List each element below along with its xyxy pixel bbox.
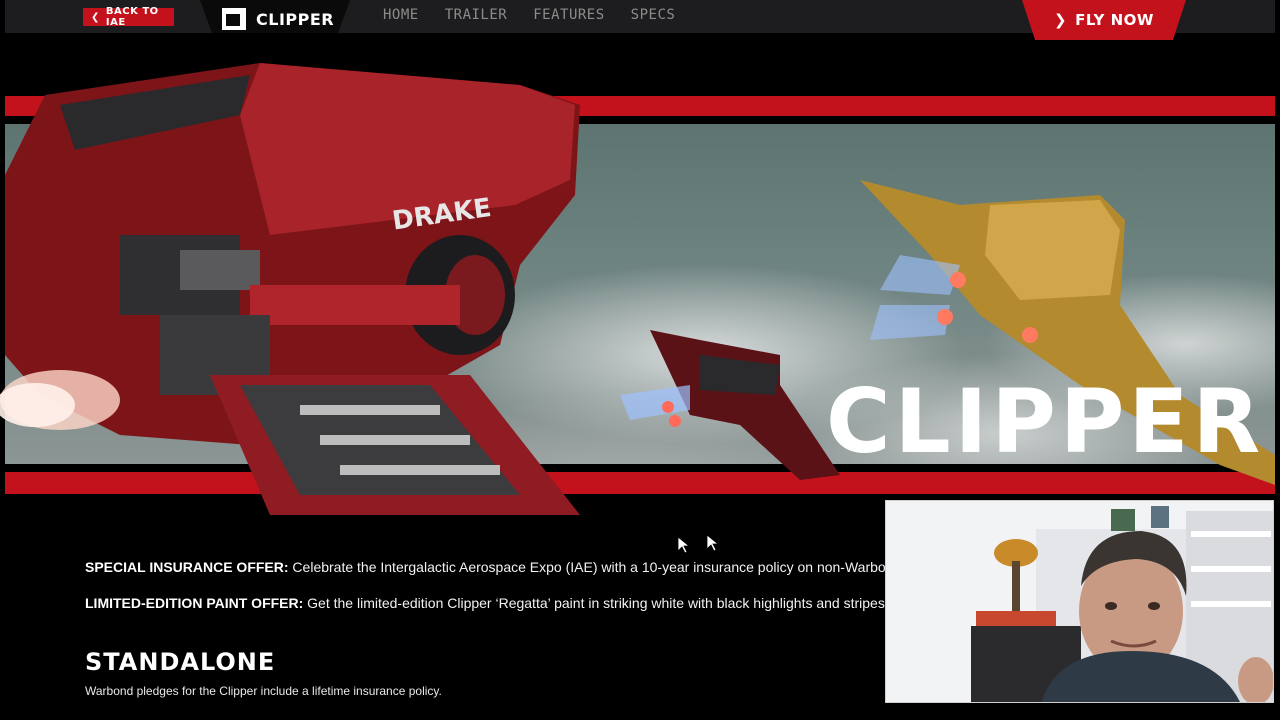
webcam-overlay [885, 500, 1274, 703]
main-nav: HOME TRAILER FEATURES SPECS [383, 7, 675, 23]
small-red-fighter [620, 330, 840, 480]
drake-clipper-ship: DRAKE [0, 63, 580, 515]
fly-now-button[interactable]: ❯ FLY NOW [1022, 0, 1186, 40]
paint-offer-body: Get the limited-edition Clipper ‘Regatta… [303, 595, 885, 611]
insurance-offer-text: SPECIAL INSURANCE OFFER: Celebrate the I… [85, 559, 885, 575]
cursor-icon [678, 537, 690, 553]
insurance-offer-body: Celebrate the Intergalactic Aerospace Ex… [288, 559, 885, 575]
nav-home[interactable]: HOME [383, 7, 419, 23]
nav-trailer[interactable]: TRAILER [445, 7, 508, 23]
chevron-left-icon: ❮ [91, 11, 100, 23]
nav-features[interactable]: FEATURES [533, 7, 604, 23]
insurance-offer-label: SPECIAL INSURANCE OFFER: [85, 559, 289, 575]
cursor-icon [707, 535, 719, 551]
brand-name: CLIPPER [256, 10, 335, 29]
back-button-label: BACK TO IAE [105, 6, 159, 28]
chevron-right-icon: ❯ [1054, 11, 1068, 29]
nav-specs[interactable]: SPECS [631, 7, 676, 23]
webcam-person-image [886, 501, 1273, 702]
section-description: Warbond pledges for the Clipper include … [85, 684, 442, 698]
clipper-logo-icon [222, 8, 246, 30]
paint-offer-label: LIMITED-EDITION PAINT OFFER: [85, 595, 304, 611]
section-title: STANDALONE [85, 648, 276, 676]
back-to-iae-button[interactable]: ❮ BACK TO IAE [83, 6, 174, 28]
fly-now-label: FLY NOW [1075, 11, 1154, 29]
hero-title: CLIPPER [826, 378, 1265, 466]
paint-offer-text: LIMITED-EDITION PAINT OFFER: Get the lim… [85, 595, 885, 611]
